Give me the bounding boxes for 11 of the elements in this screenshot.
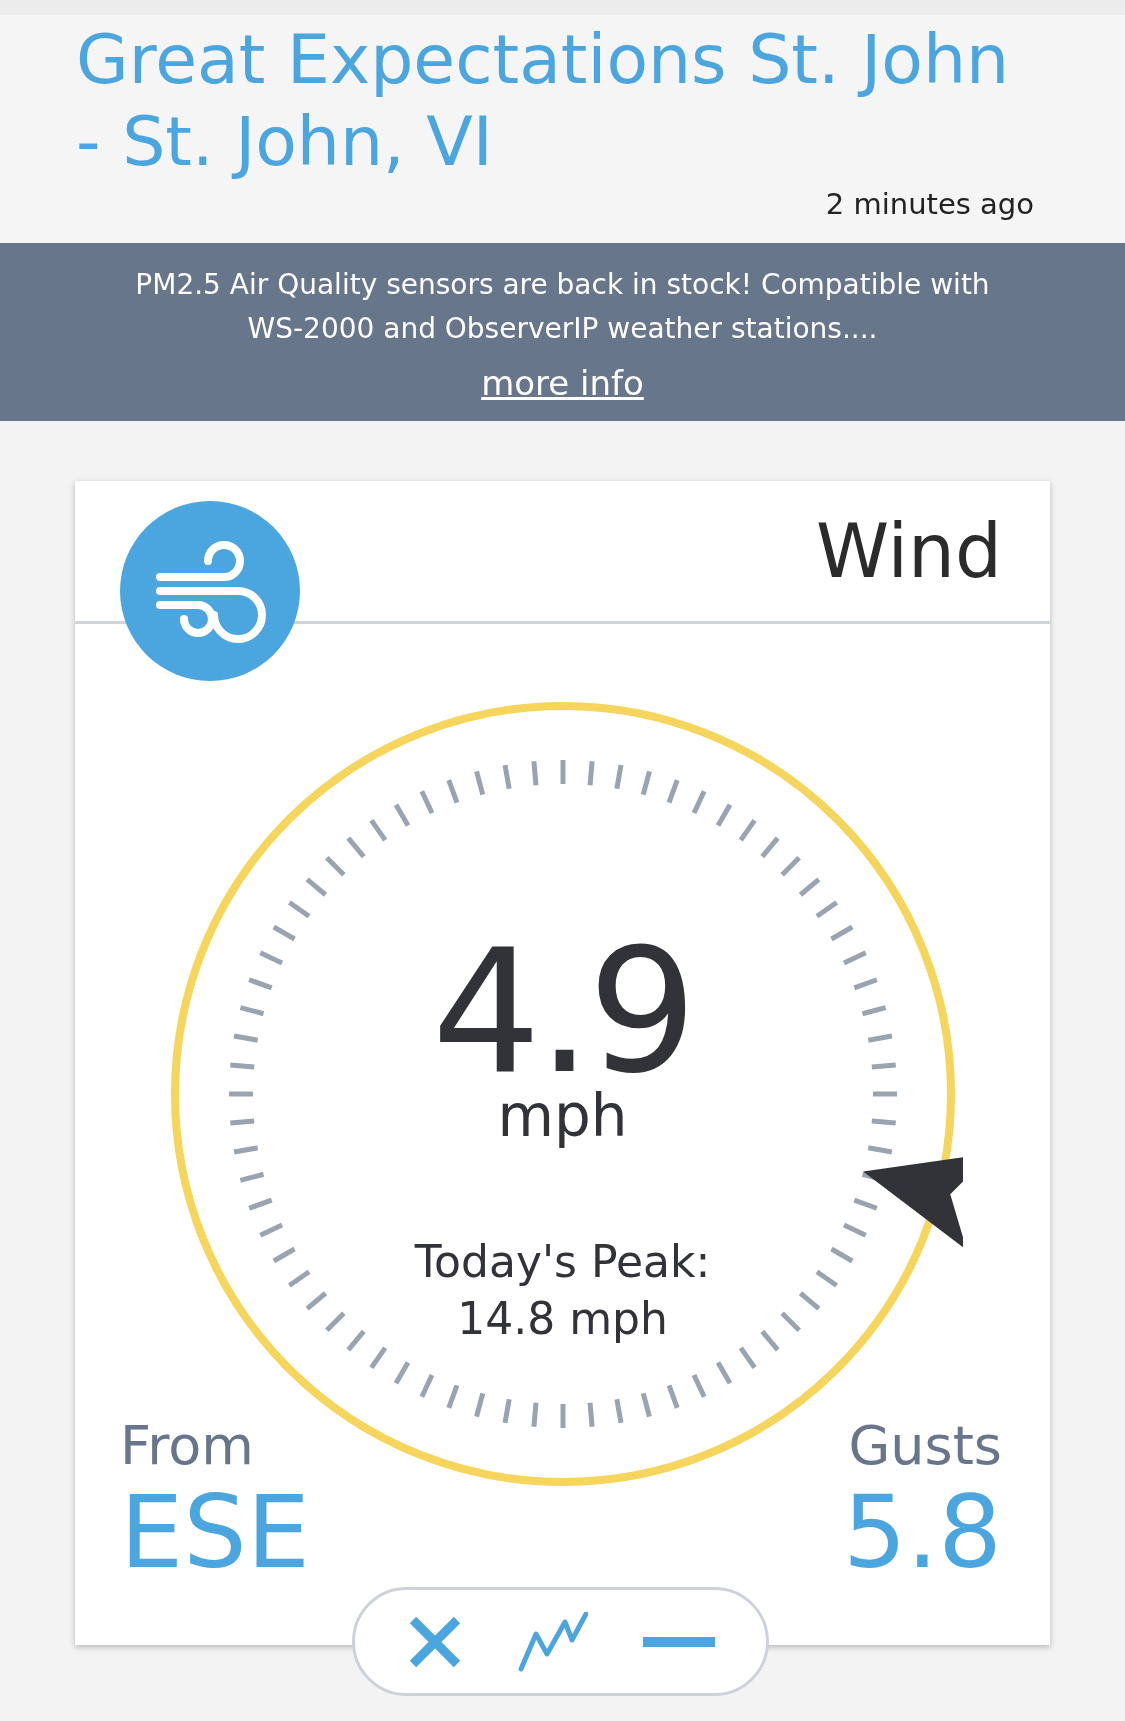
announcement-text: PM2.5 Air Quality sensors are back in stock! Compatible with WS-2000 and ObserverIP weather stations.... bbox=[134, 267, 991, 347]
wind-direction: ESE bbox=[120, 1478, 310, 1588]
peak-value: 14.8 mph bbox=[457, 1292, 668, 1346]
more-info-link[interactable]: more info bbox=[481, 363, 644, 403]
direction-label: From bbox=[120, 1414, 255, 1478]
gusts-value: 5.8 bbox=[842, 1478, 1002, 1588]
updated-time: 2 minutes ago bbox=[825, 187, 1034, 221]
card-title: Wind bbox=[816, 508, 1002, 594]
station-title: Great Expectations St. John - St. John, VI bbox=[76, 19, 1011, 183]
gusts-label: Gusts bbox=[848, 1414, 1002, 1478]
peak-label: Today's Peak: bbox=[414, 1235, 711, 1289]
